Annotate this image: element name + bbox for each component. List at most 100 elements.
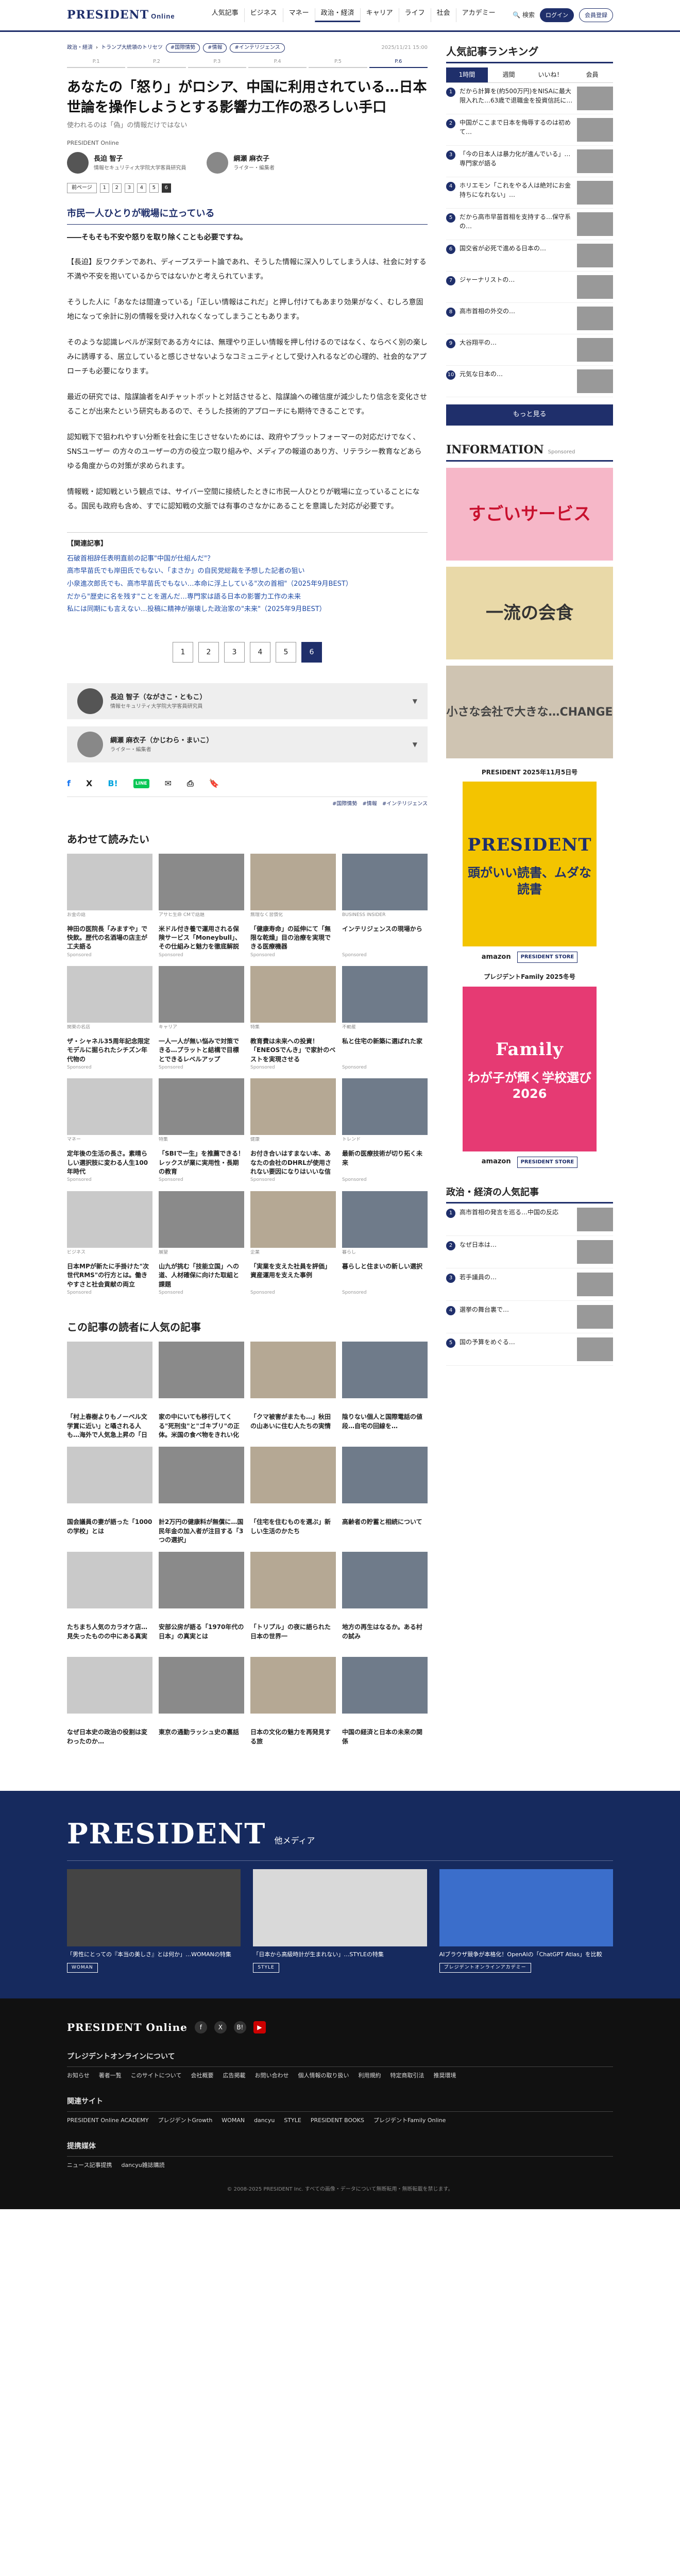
more-button[interactable]: もっと見る (446, 404, 613, 426)
page-tab-6[interactable]: P.6 (369, 58, 428, 68)
article-card[interactable]: 「クマ被害がまたも…」秋田の山あいに住む人たちの実情 (250, 1342, 336, 1439)
page-tab-3[interactable]: P.3 (188, 58, 246, 68)
footer-link[interactable]: ニュース記事提携 (67, 2161, 112, 2170)
footer-link[interactable]: 推奨環境 (433, 2071, 456, 2080)
page-link-current[interactable]: 6 (301, 642, 322, 663)
ranking-item[interactable]: 4 ホリエモン「これをやる人は絶対にお金持ちになれない」… (446, 177, 613, 209)
ranking-item[interactable]: 4 選挙の舞台裏で… (446, 1301, 613, 1334)
article-card[interactable]: 暮らし 暮らしと住まいの新しい選択 Sponsored (342, 1191, 428, 1296)
page-tab-4[interactable]: P.4 (248, 58, 307, 68)
footer-link[interactable]: PRESIDENT BOOKS (311, 2116, 364, 2125)
tag-link[interactable]: #インテリジェンス (382, 800, 428, 808)
ad-banner[interactable]: すごいサービス (446, 468, 613, 561)
x-icon[interactable]: X (86, 777, 92, 790)
author-box-2[interactable]: 綱瀬 麻衣子（かじわら・まいこ） ライター・編集者 ▼ (67, 726, 428, 763)
article-card[interactable]: 不動産 私と住宅の新築に選ばれた家 Sponsored (342, 966, 428, 1071)
article-card[interactable]: マネー 定年後の生活の長さ。素晴らしい選択肢に変わる人生100年時代 Sponsor… (67, 1078, 152, 1183)
article-card[interactable]: 陰りない個人と国際電話の値段…自宅の回線を… (342, 1342, 428, 1439)
media-card[interactable]: 「男性にとっての『本当の美しさ』とは何か」…WOMANの特集 WOMAN (67, 1869, 241, 1973)
amazon-button[interactable]: amazon (482, 952, 511, 963)
print-icon[interactable]: ⎙ (187, 777, 194, 790)
ranking-item[interactable]: 9 大谷翔平の… (446, 334, 613, 366)
footer-link[interactable]: dancyu (254, 2116, 275, 2125)
media-label[interactable]: STYLE (253, 1963, 279, 1973)
nav-politics[interactable]: 政治・経済 (314, 8, 360, 23)
article-card[interactable]: 関東の名店 ザ・シャネル35周年記念限定モデルに掘られたシチズン年代物の Spons… (67, 966, 152, 1071)
article-card[interactable]: 国会議員の妻が語った「1000の学校」とは (67, 1447, 152, 1545)
media-card[interactable]: 「日本から高級時計が生まれない」…STYLEの特集 STYLE (253, 1869, 427, 1973)
login-button[interactable]: ログイン (540, 8, 574, 23)
article-card[interactable]: 東京の通勤ラッシュ史の裏話 (159, 1657, 244, 1755)
chevron-down-icon[interactable]: ▼ (413, 697, 417, 706)
ranking-item[interactable]: 5 国の予算をめぐる… (446, 1333, 613, 1366)
article-card[interactable]: BUSINESS INSIDER インテリジェンスの現場から Sponsored (342, 853, 428, 959)
author-1[interactable]: 長迫 智子 情報セキュリティ大学院大学客員研究員 (67, 151, 186, 174)
magazine-cover[interactable]: Family わが子が輝く学校選び2026 (463, 986, 597, 1151)
tab-likes[interactable]: いいね！ (530, 67, 571, 82)
footer-link[interactable]: プレジデントFamily Online (373, 2116, 446, 2125)
ranking-item[interactable]: 3 若手議員の… (446, 1268, 613, 1301)
page-link[interactable]: 4 (250, 642, 270, 663)
store-button[interactable]: PRESIDENT STORE (517, 1156, 578, 1168)
article-card[interactable]: 無理なく習慣化 「健康寿命」の延伸にて「無限な乾燥」目の治療を実現できる医療機器 S… (250, 853, 336, 959)
tab-hourly[interactable]: 1時間 (446, 67, 488, 83)
tag-info[interactable]: #情報 (203, 43, 227, 53)
search-button[interactable]: 🔍 検索 (513, 10, 535, 20)
ranking-item[interactable]: 2 なぜ日本は… (446, 1236, 613, 1269)
footer-link[interactable]: 会社概要 (191, 2071, 213, 2080)
footer-link[interactable]: 著者一覧 (99, 2071, 122, 2080)
related-link[interactable]: 高市早苗氏でも岸田氏でもない、「まさか」の自民党総裁を予想した記者の狙い (67, 565, 428, 578)
ranking-item[interactable]: 1 高市首相の発言を巡る…中国の反応 (446, 1204, 613, 1236)
page-link[interactable]: 1 (173, 642, 193, 663)
page-link[interactable]: 5 (276, 642, 296, 663)
article-card[interactable]: たちまち人気のカラオケ店…見失ったものの中にある真実 (67, 1552, 152, 1650)
article-card[interactable]: 地方の再生はなるか。ある村の試み (342, 1552, 428, 1650)
page-link[interactable]: 5 (149, 183, 159, 193)
related-link[interactable]: 私には同期にも言えない…投稿に精神が崩壊した政治家の"未来"（2025年9月BE… (67, 603, 428, 616)
footer-link[interactable]: 広告掲載 (223, 2071, 245, 2080)
ad-banner[interactable]: 一流の会食 (446, 567, 613, 660)
footer-logo[interactable]: PRESIDENT Online (67, 2019, 188, 2036)
nav-popular[interactable]: 人気記事 (206, 8, 244, 23)
x-icon[interactable]: X (214, 2021, 227, 2033)
footer-link[interactable]: このサイトについて (131, 2071, 182, 2080)
article-card[interactable]: 日本の文化の魅力を再発見する旅 (250, 1657, 336, 1755)
ranking-item[interactable]: 1 だから計算を(約500万円)をNISAに最大限入れた…63歳で退職金を投資信託… (446, 83, 613, 115)
article-card[interactable]: 「村上春樹よりもノーベル文学賞に近い」と囁される人も…海外で人気急上昇の「日本人… (67, 1342, 152, 1439)
related-link[interactable]: 小泉進次郎氏でも、高市早苗氏でもない…本命に浮上している"次の首相"（2025年… (67, 578, 428, 591)
footer-link[interactable]: お問い合わせ (254, 2071, 288, 2080)
footer-link[interactable]: 利用規約 (358, 2071, 381, 2080)
article-card[interactable]: キャリア 一人一人が無い悩みで対策できる…プラットと結構で目標とできるレベルアップ… (159, 966, 244, 1071)
article-card[interactable]: 中国の経済と日本の未来の関係 (342, 1657, 428, 1755)
article-card[interactable]: 家の中にいても移行してくる"死刑虫"と"ゴキブリ"の正体。米国の食べ物をきれい化… (159, 1342, 244, 1439)
footer-link[interactable]: WOMAN (222, 2116, 245, 2125)
tag-link[interactable]: #国際情勢 (332, 800, 357, 808)
article-card[interactable]: ビジネス 日本MPが新たに手掛けた"次世代RMS"の行方とは。働きやすさと社会貢献… (67, 1191, 152, 1296)
footer-link[interactable]: STYLE (284, 2116, 301, 2125)
hatena-icon[interactable]: B! (233, 2021, 246, 2033)
bookmark-icon[interactable]: 🔖 (209, 777, 219, 790)
register-button[interactable]: 会員登録 (579, 8, 613, 23)
facebook-icon[interactable]: f (67, 777, 71, 790)
nav-money[interactable]: マネー (282, 8, 315, 23)
related-link[interactable]: だから"歴史に名を残す"ことを選んだ…専門家は語る日本の影響力工作の未来 (67, 591, 428, 604)
mail-icon[interactable]: ✉ (165, 777, 172, 790)
ranking-item[interactable]: 2 中国がここまで日本を侮辱するのは初めて… (446, 114, 613, 146)
author-2[interactable]: 綱瀬 麻衣子 ライター・編集者 (207, 151, 275, 174)
footer-link[interactable]: 特定商取引法 (390, 2071, 424, 2080)
page-link[interactable]: 4 (137, 183, 146, 193)
page-tab-1[interactable]: P.1 (67, 58, 126, 68)
tag-intl[interactable]: #国際情勢 (165, 43, 200, 53)
youtube-icon[interactable]: ▶ (253, 2021, 266, 2033)
hatena-icon[interactable]: B! (108, 777, 118, 790)
page-link[interactable]: 1 (99, 183, 109, 193)
article-card[interactable]: 「住宅を住むものを選ぶ」新しい生活のかたち (250, 1447, 336, 1545)
footer-link[interactable]: PRESIDENT Online ACADEMY (67, 2116, 148, 2125)
site-logo[interactable]: PRESIDENT Online (67, 6, 175, 24)
related-link[interactable]: 石破首相辞任表明直前の記事"中国が仕組んだ"？ (67, 553, 428, 566)
magazine-cover[interactable]: PRESIDENT 頭がいい読書、ムダな読書 (463, 782, 597, 947)
ranking-item[interactable]: 10 元気な日本の… (446, 366, 613, 398)
article-card[interactable]: 企業 「実業を支えた社員を評価」資産運用を支えた事例 Sponsored (250, 1191, 336, 1296)
media-label[interactable]: WOMAN (67, 1963, 98, 1973)
footer-link[interactable]: お知らせ (67, 2071, 90, 2080)
